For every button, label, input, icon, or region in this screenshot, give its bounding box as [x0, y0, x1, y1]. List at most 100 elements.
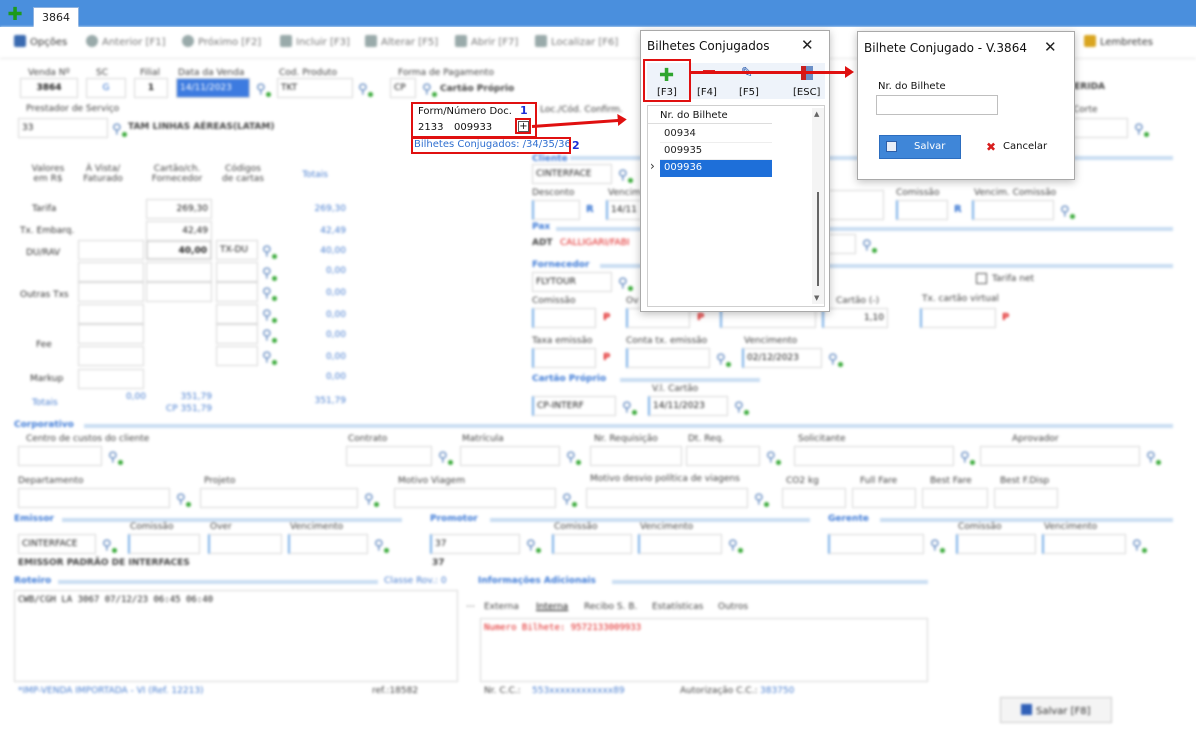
next-button[interactable]: Próximo [F2]: [182, 35, 261, 48]
ticket-number-input[interactable]: [876, 95, 998, 115]
own-card-date-field[interactable]: 14/11/2023: [648, 396, 728, 416]
supplier-due-lookup-icon[interactable]: ⚲: [828, 352, 843, 367]
commission-due-lookup-icon[interactable]: ⚲: [1060, 204, 1075, 219]
options-button[interactable]: Opções: [14, 35, 67, 48]
policy-deviation-field[interactable]: [586, 488, 748, 508]
policy-deviation-lookup-icon[interactable]: ⚲: [754, 492, 769, 507]
approver-field[interactable]: [980, 446, 1140, 466]
virtual-card-fee-field[interactable]: [920, 308, 996, 328]
ticket-row-selected[interactable]: 009936: [660, 160, 772, 177]
du-rav-code-field[interactable]: TX-DU: [216, 240, 258, 260]
product-lookup-icon[interactable]: ⚲: [358, 82, 373, 97]
sale-number-field[interactable]: 3864: [20, 78, 78, 98]
requester-lookup-icon[interactable]: ⚲: [960, 450, 975, 465]
manager-due-field[interactable]: [1042, 534, 1126, 554]
own-card-lookup-icon[interactable]: ⚲: [622, 400, 637, 415]
commission-due-field[interactable]: [972, 200, 1054, 220]
provider-lookup-icon[interactable]: ⚲: [112, 122, 127, 137]
tab-external[interactable]: Externa: [484, 602, 519, 612]
pax-lookup-icon[interactable]: ⚲: [862, 238, 877, 253]
extra-row-code[interactable]: [216, 262, 258, 282]
payment-lookup-icon[interactable]: ⚲: [422, 82, 437, 97]
own-card-date-lookup-icon[interactable]: ⚲: [734, 400, 749, 415]
other-taxes-code[interactable]: [216, 282, 258, 302]
promoter-commission-field[interactable]: [552, 534, 632, 554]
supplier-due-field[interactable]: 02/12/2023: [742, 348, 822, 368]
other-taxes2-code[interactable]: [216, 304, 258, 324]
fee-code[interactable]: [216, 324, 258, 344]
issue-fee-field[interactable]: [532, 348, 596, 368]
promoter-field[interactable]: 37: [430, 534, 520, 554]
other-taxes2-lookup-icon[interactable]: ⚲: [262, 308, 277, 323]
corte-lookup-icon[interactable]: ⚲: [1134, 122, 1149, 137]
issuer-lookup-icon[interactable]: ⚲: [102, 538, 117, 553]
dialog2-close-icon[interactable]: ✕: [1044, 38, 1057, 56]
project-lookup-icon[interactable]: ⚲: [364, 492, 379, 507]
open-button[interactable]: Abrir [F7]: [455, 35, 518, 48]
fare-card-field[interactable]: 269,30: [146, 199, 212, 219]
issuer-over-field[interactable]: [208, 534, 282, 554]
discount-field[interactable]: [532, 200, 580, 220]
corte-field[interactable]: [1070, 118, 1128, 138]
registration-field[interactable]: [460, 446, 560, 466]
itinerary-textarea[interactable]: CWB/CGH LA 3067 07/12/23 06:45 06:40: [14, 590, 458, 682]
locate-button[interactable]: Localizar [F6]: [535, 35, 618, 48]
co2-field[interactable]: [782, 488, 846, 508]
client-hidden-field[interactable]: [822, 190, 884, 220]
previous-button[interactable]: Anterior [F1]: [86, 35, 165, 48]
supplier-commission-field[interactable]: [532, 308, 596, 328]
supplier-name-field[interactable]: FLYTOUR: [532, 272, 612, 292]
net-fare-checkbox[interactable]: [976, 273, 987, 284]
sc-field[interactable]: G: [86, 78, 126, 98]
fee2-lookup-icon[interactable]: ⚲: [262, 350, 277, 365]
tab-receipt[interactable]: Recibo S. B.: [584, 602, 637, 612]
tab-internal[interactable]: Interna: [536, 602, 568, 612]
ticket-row[interactable]: 00934: [660, 126, 772, 143]
edit-button[interactable]: Alterar [F5]: [365, 35, 438, 48]
fee-cash[interactable]: [78, 324, 144, 344]
best-fare-field[interactable]: [922, 488, 988, 508]
extra-row-cash[interactable]: [78, 262, 144, 282]
cost-center-lookup-icon[interactable]: ⚲: [108, 450, 123, 465]
promoter-due-lookup-icon[interactable]: ⚲: [728, 538, 743, 553]
manager-commission-field[interactable]: [956, 534, 1036, 554]
issuer-commission-field[interactable]: [128, 534, 200, 554]
new-tab-plus-icon[interactable]: ✚: [2, 5, 28, 27]
tickets-scrollbar[interactable]: ▲ ▼: [812, 108, 824, 304]
supplier-lookup-icon[interactable]: ⚲: [618, 276, 633, 291]
du-rav-lookup-icon[interactable]: ⚲: [262, 244, 277, 259]
additional-info-textarea[interactable]: Numero Bilhete: 9572133009933: [480, 618, 928, 682]
payment-code-field[interactable]: CP: [390, 78, 416, 98]
sale-date-field[interactable]: 14/11/2023: [176, 78, 250, 98]
ticket-row[interactable]: 009935: [660, 143, 772, 160]
fee2-cash[interactable]: [78, 346, 144, 366]
other-taxes2-cash[interactable]: [78, 304, 144, 324]
client-commission-field[interactable]: [896, 200, 948, 220]
promoter-due-field[interactable]: [638, 534, 722, 554]
requisition-field[interactable]: [590, 446, 682, 466]
other-taxes-cash[interactable]: [78, 282, 144, 302]
contract-lookup-icon[interactable]: ⚲: [438, 450, 453, 465]
cancel-x-icon[interactable]: ✖: [986, 140, 996, 154]
dialog-cancel-button[interactable]: Cancelar: [1003, 141, 1047, 152]
provider-code-field[interactable]: 33: [18, 118, 108, 138]
extra-row-lookup-icon[interactable]: ⚲: [262, 266, 277, 281]
department-lookup-icon[interactable]: ⚲: [176, 492, 191, 507]
du-rav-cash-field[interactable]: [78, 240, 144, 260]
client-lookup-icon[interactable]: ⚲: [618, 168, 633, 183]
scroll-down-icon[interactable]: ▼: [814, 294, 819, 302]
full-fare-field[interactable]: [852, 488, 916, 508]
issue-account-lookup-icon[interactable]: ⚲: [716, 352, 731, 367]
fee2-code[interactable]: [216, 346, 258, 366]
manager-field[interactable]: [828, 534, 924, 554]
manager-due-lookup-icon[interactable]: ⚲: [1132, 538, 1147, 553]
tab-others[interactable]: Outros: [718, 602, 748, 612]
own-card-code-field[interactable]: CP-INTERF: [532, 396, 616, 416]
best-fdisp-field[interactable]: [994, 488, 1058, 508]
dialog-save-button[interactable]: Salvar: [879, 135, 961, 159]
dialog1-close-icon[interactable]: ✕: [801, 36, 814, 54]
include-button[interactable]: Incluir [F3]: [280, 35, 350, 48]
req-date-field[interactable]: [686, 446, 760, 466]
requester-field[interactable]: [794, 446, 954, 466]
project-field[interactable]: [200, 488, 358, 508]
